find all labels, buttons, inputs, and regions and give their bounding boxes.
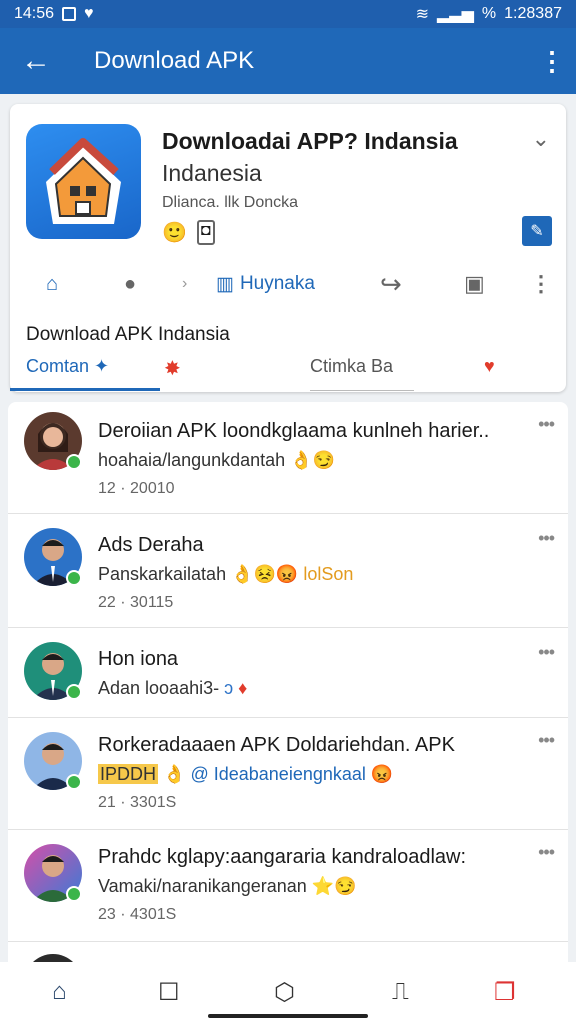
- online-badge: [66, 684, 82, 700]
- home-indicator[interactable]: [208, 1014, 368, 1018]
- nav-windows-icon[interactable]: ❐: [494, 978, 516, 1007]
- app-info-card: Downloadai APP? Indansia Indanesia Dlian…: [10, 104, 566, 392]
- arrow-left-icon: ←: [21, 44, 51, 77]
- avatar: [24, 954, 82, 962]
- list-item[interactable]: Prahdc kglapy:aangararia kandraloadlaw: …: [8, 830, 568, 942]
- tab-huynaka-label: Huynaka: [239, 273, 315, 294]
- heart-pin-icon[interactable]: ♥: [484, 356, 495, 377]
- grid-icon: ▥: [216, 273, 234, 295]
- item-subtitle-text: Vamaki/naranikangeranan: [98, 876, 307, 896]
- tab-comtan[interactable]: Comtan ✦: [26, 356, 109, 377]
- item-subtitle-extra: lolSon: [303, 564, 354, 584]
- item-subtitle: Adan looaahi3- ↄ ♦: [98, 678, 247, 699]
- item-subtitle-text: hoahaia/langunkdantah: [98, 450, 286, 470]
- app-name: Downloadai APP? Indansia: [162, 128, 458, 154]
- share-icon[interactable]: ↪: [380, 269, 402, 300]
- wifi-icon: ≋: [415, 6, 429, 23]
- section-title: Download APK Indansia: [26, 324, 230, 345]
- item-subtitle-highlight: IPDDH: [98, 764, 159, 784]
- nav-square-icon[interactable]: ☐: [158, 978, 180, 1007]
- feed-list: Deroiian APK loondkglaama kunlneh harier…: [8, 402, 568, 962]
- more-horizontal-icon[interactable]: •••: [538, 642, 555, 663]
- chevron-down-icon[interactable]: ⌄: [532, 126, 550, 152]
- flame-icon: ♦: [238, 678, 248, 698]
- more-horizontal-icon[interactable]: •••: [538, 842, 555, 863]
- emoji-icon: ↄ: [224, 678, 234, 698]
- app-bar: ← Download APK ⋮: [0, 28, 576, 94]
- item-time: 21 · 3301S: [98, 794, 177, 811]
- more-horizontal-icon[interactable]: •••: [538, 730, 555, 751]
- overflow-menu-button[interactable]: ⋮: [528, 28, 576, 94]
- item-title: Deroiian APK loondkglaama kunlneh harier…: [98, 420, 490, 442]
- signal-icon: ▂▃▅: [437, 6, 474, 23]
- tab-comtan-label: Comtan: [26, 356, 90, 376]
- pin-button[interactable]: ✎: [522, 216, 552, 246]
- online-badge: [66, 886, 82, 902]
- tab-divider: [310, 390, 414, 391]
- more-vertical-icon: ⋮: [539, 45, 565, 76]
- item-subtitle-text: Adan looaahi3-: [98, 678, 220, 698]
- status-bar: 14:56 ♥ ≋ ▂▃▅ % 1:28387: [0, 0, 576, 28]
- more-horizontal-icon[interactable]: •••: [538, 528, 555, 549]
- item-subtitle-text: Panskarkailatah: [98, 564, 227, 584]
- battery-text: %: [481, 5, 497, 22]
- sparkle-icon: ✦: [94, 356, 110, 376]
- pin-icon: ✎: [530, 223, 544, 240]
- nav-home-icon[interactable]: ⌂: [52, 978, 67, 1006]
- nav-circle-icon[interactable]: ⬡: [274, 978, 295, 1007]
- item-title: Ads Deraha: [98, 534, 204, 556]
- emoji-icon: 😡: [370, 764, 394, 784]
- item-time: 23 · 4301S: [98, 906, 177, 923]
- list-item[interactable]: Deroiian APK loondkglaama kunlneh harier…: [8, 402, 568, 514]
- people-icon[interactable]: ●: [124, 273, 136, 296]
- item-subtitle-mention[interactable]: @ Ideabaneiengnkaal: [190, 764, 365, 784]
- notification-icon: [62, 7, 77, 21]
- emoji-icon: 👌: [163, 764, 186, 784]
- item-subtitle: Vamaki/naranikangeranan ⭐😏: [98, 876, 357, 897]
- app-developer: Dlianca. llk Doncka: [162, 194, 299, 211]
- emoji-icon: ⭐😏: [311, 876, 357, 896]
- tab-huynaka[interactable]: ▥ Huynaka: [216, 273, 315, 296]
- flame-icon[interactable]: ✸: [164, 356, 181, 381]
- online-badge: [66, 570, 82, 586]
- emoji-icon: 👌😏: [290, 450, 336, 470]
- list-item[interactable]: Ads Deraha Panskarkailatah 👌😣😡 lolSon 22…: [8, 514, 568, 628]
- badge-icon: ◘: [196, 220, 215, 245]
- more-horizontal-icon[interactable]: •••: [538, 414, 555, 435]
- online-badge: [66, 774, 82, 790]
- app-icon: [26, 124, 141, 239]
- emoji-icon: 👌😣😡: [231, 564, 299, 584]
- more-vertical-icon[interactable]: ⋮: [530, 271, 552, 297]
- status-time: 14:56: [14, 5, 55, 22]
- item-time: 22 · 30115: [98, 594, 174, 611]
- comment-icon[interactable]: ▣: [464, 271, 485, 297]
- app-action-row: ⌂ ● › ▥ Huynaka ↪ ▣ ⋮: [10, 262, 566, 306]
- item-subtitle: hoahaia/langunkdantah 👌😏: [98, 450, 335, 471]
- item-subtitle: IPDDH 👌 @ Ideabaneiengnkaal 😡: [98, 764, 393, 785]
- nav-book-icon[interactable]: ⎍: [392, 978, 409, 1006]
- home-icon[interactable]: ⌂: [46, 273, 58, 296]
- item-title: Rorkeradaaaen APK Doldariehdan. APK: [98, 734, 455, 756]
- app-logo-icon: [46, 138, 121, 224]
- section-tabs: Comtan ✦ ✸ Ctimka Ba ♥: [10, 350, 566, 392]
- app-rating-emojis: 🙂 ◘: [162, 220, 215, 245]
- item-title: Hon iona: [98, 648, 179, 670]
- smile-icon: 🙂: [162, 222, 187, 244]
- app-subtitle: Indanesia: [162, 160, 262, 186]
- item-time: 12 · 20010: [98, 480, 175, 497]
- shield-icon: ♥: [84, 5, 94, 22]
- item-subtitle: Panskarkailatah 👌😣😡 lolSon: [98, 564, 353, 585]
- status-right-text: 1:28387: [504, 5, 562, 22]
- online-badge: [66, 454, 82, 470]
- list-item[interactable]: Rorkeradaaaen APK Doldariehdan. APK IPDD…: [8, 718, 568, 830]
- item-title: Prahdc kglapy:aangararia kandraloadlaw:: [98, 846, 467, 868]
- page-title: Download APK: [94, 47, 255, 74]
- list-item[interactable]: Hon iona Adan looaahi3- ↄ ♦ •••: [8, 628, 568, 718]
- tab-ctimka[interactable]: Ctimka Ba: [310, 356, 393, 377]
- list-item-partial[interactable]: [8, 942, 568, 962]
- chevron-right-icon: ›: [182, 275, 188, 292]
- active-tab-underline: [10, 388, 160, 391]
- back-button[interactable]: ←: [0, 28, 72, 94]
